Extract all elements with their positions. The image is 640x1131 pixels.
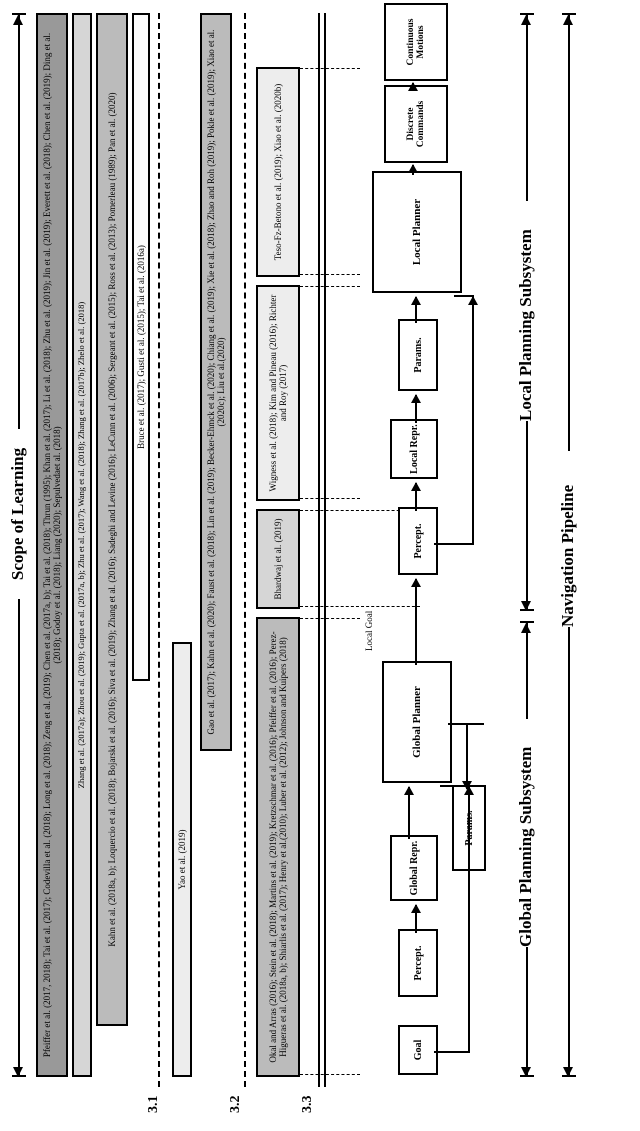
landscape-canvas: Scope of Learning Pfeiffer et al. (2017,… [0,0,640,1131]
arrow-cmds-to-cont [412,83,414,89]
bar-3-1-c: Kahn et al. (2018a, b); Loquercio et al.… [96,13,128,1026]
gps-arrow-right [521,623,531,633]
box-l-repr: Local Repr. [390,419,438,479]
box-l-planner: Local Planner [372,171,462,293]
local-goal-label: Local Goal [364,611,374,651]
nav-line-left [568,627,570,1077]
box-g-planner: Global Planner [382,661,452,783]
box-l-params-text: Params. [413,337,424,372]
bar-3-1-a: Pfeiffer et al. (2017, 2018); Tai et al.… [36,13,68,1077]
nav-line-right [568,15,570,451]
box-g-repr: Global Repr. [390,835,438,901]
box-g-percept-text: Percept. [413,945,424,980]
box-l-planner-text: Local Planner [411,199,423,265]
gps-line-right [526,623,528,719]
goal-to-planner [468,787,470,1053]
box-goal: Goal [398,1025,438,1075]
arrow-planner-to-cmds [412,165,414,175]
bar-3-2-b: Gao et al. (2017); Kahn et al. (2020); F… [200,13,232,751]
lps-label: Local Planning Subsystem [516,229,536,421]
box-g-percept: Percept. [398,929,438,997]
bar-3-2-a-text: Yao et al. (2019) [177,829,187,889]
section-3-3-label: 3.3 [300,1096,316,1114]
gps-label: Global Planning Subsystem [516,747,536,947]
bar-3-1-c-text: Kahn et al. (2018a, b); Loquercio et al.… [107,92,117,946]
gps-line-left [526,947,528,1077]
box-l-params: Params. [398,319,438,391]
nav-label: Navigation Pipeline [558,485,578,627]
arrow-localgoal [415,579,417,665]
gparams-h [466,725,468,789]
figure-root: Scope of Learning Pfeiffer et al. (2017,… [0,0,640,1131]
bar-3-3-r1-text: Wigness et al. (2018); Kim and Pineau (2… [268,291,289,495]
scope-arrowhead-left [13,1067,23,1077]
box-g-planner-text: Global Planner [411,686,423,758]
divider-3-1 [158,13,160,1087]
scope-bracket-line-right [18,15,20,429]
arrow-repr-to-planner [408,787,410,839]
box-l-percept: Percept. [398,507,438,575]
nav-arrow-right [563,15,573,25]
conn-r2-a [300,274,360,275]
bar-3-3-r2-text: Teso-Fz-Betono et al. (2019); Xiao et al… [273,84,283,261]
bar-3-3-mid: Bhardwaj et al. (2019) [256,509,300,609]
conn-left-b [300,618,360,619]
arrow-lpercept-to-lrepr [415,483,417,511]
section-3-2-label: 3.2 [228,1096,244,1114]
arrow-lparams-to-lplanner [415,297,417,323]
scope-of-learning-label: Scope of Learning [8,429,28,599]
section-3-1-label: 3.1 [146,1096,162,1114]
lps-line-left [526,421,528,611]
gps-cap-right [520,621,534,623]
divider-3-2 [244,13,246,1087]
scope-bracket-line-left [18,599,20,1077]
bar-3-2-b-text: Gao et al. (2017); Kahn et al. (2020); F… [206,19,227,745]
conn-r1-a [300,498,360,499]
conn-left-a [300,1074,360,1075]
bar-3-3-left: Okal and Arras (2016); Stein et al. (201… [256,617,300,1077]
lpercept-to-lplanner [472,297,474,545]
nav-cap-right [562,13,576,15]
box-l-percept-text: Percept. [413,523,424,558]
box-l-repr-text: Local Repr. [409,424,420,474]
bar-3-3-mid-text: Bhardwaj et al. (2019) [273,519,283,600]
box-continuous-text: Continuous Motions [406,5,426,79]
box-goal-text: Goal [413,1040,424,1061]
bar-3-3-r1: Wigness et al. (2018); Kim and Pineau (2… [256,285,300,501]
lps-line-right [526,15,528,201]
conn-r1-b [300,286,360,287]
scope-arrowhead-right [13,15,23,25]
lpercept-down [434,543,474,545]
into-lplanner-v [454,295,474,297]
lps-arrow-right [521,15,531,25]
box-discrete: Discrete Commands [384,85,448,163]
arrow-lrepr-to-lparams [415,395,417,423]
bar-3-1-b: Zhang et al. (2017a); Zhou et al. (2019)… [72,13,92,1077]
conn-mid-a [300,606,420,607]
bar-3-1-d: Bruce et al. (2017); Gusti et al. (2015)… [132,13,150,681]
divider-3-3-double [318,13,326,1087]
arrow-percept-to-repr [415,905,417,933]
scope-bracket-cap-right [12,13,26,15]
bar-3-2-a: Yao et al. (2019) [172,642,192,1077]
box-g-repr-text: Global Repr. [409,841,420,896]
bar-3-3-r2: Teso-Fz-Betono et al. (2019); Xiao et al… [256,67,300,277]
conn-r2-b [300,68,360,69]
bar-3-3-left-text: Okal and Arras (2016); Stein et al. (201… [268,623,289,1071]
lps-cap-right [520,13,534,15]
goal-down [434,1051,470,1053]
box-discrete-text: Discrete Commands [406,87,426,161]
bar-3-1-b-text: Zhang et al. (2017a); Zhou et al. (2019)… [77,302,87,788]
box-continuous: Continuous Motions [384,3,448,81]
bar-3-1-d-text: Bruce et al. (2017); Gusti et al. (2015)… [136,245,146,449]
bar-3-1-a-text: Pfeiffer et al. (2017, 2018); Tai et al.… [42,19,63,1071]
